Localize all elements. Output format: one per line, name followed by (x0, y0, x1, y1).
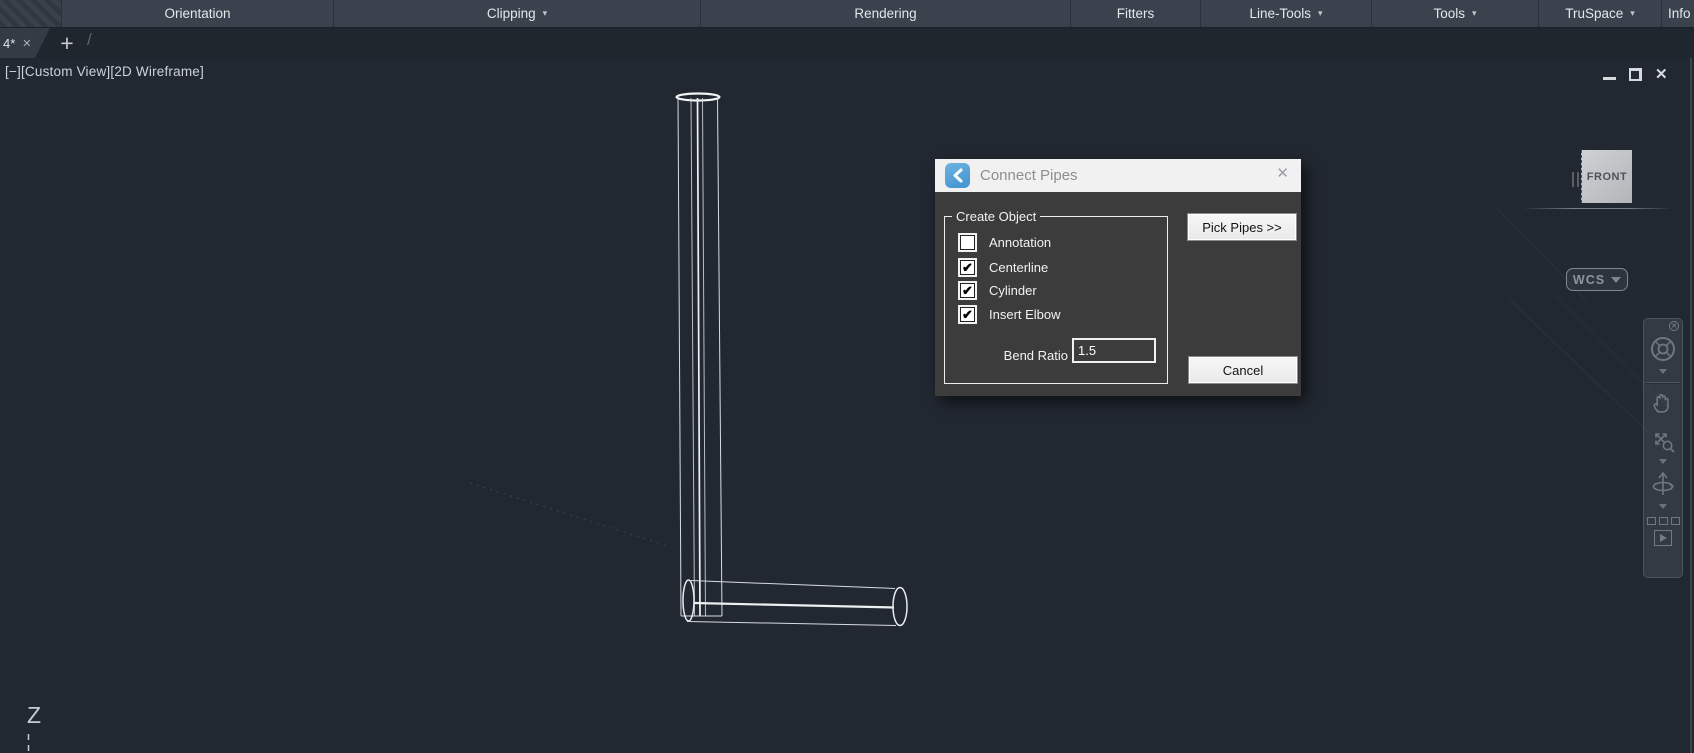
checkbox-insert-elbow[interactable]: ✔ (960, 307, 975, 322)
orbit-icon[interactable] (1649, 469, 1677, 499)
navbar-zoom-caret[interactable] (1659, 459, 1667, 464)
navigation-wheel-icon[interactable] (1649, 335, 1677, 363)
ucs-z-label: Z (27, 702, 41, 729)
restore-icon[interactable] (1629, 68, 1642, 81)
vertical-pipe (677, 94, 723, 617)
file-tab-bar: 4* ✕ + / (0, 28, 1694, 58)
chevron-down-icon: ▾ (1630, 9, 1635, 18)
viewport-window-controls: ✕ (1603, 66, 1668, 82)
chevron-down-icon: ▾ (1318, 9, 1323, 18)
zoom-extents-icon[interactable] (1650, 428, 1676, 454)
connect-pipes-dialog: Connect Pipes ✕ Create Object Annotation… (935, 159, 1301, 396)
dialog-titlebar[interactable]: Connect Pipes ✕ (935, 159, 1301, 192)
tab-close-icon[interactable]: ✕ (22, 37, 31, 50)
wcs-dropdown-button[interactable]: WCS (1566, 268, 1628, 291)
app-logo-cell (0, 0, 62, 27)
checkbox-row-insert-elbow: ✔ Insert Elbow (960, 305, 1061, 323)
menu-item-clipping[interactable]: Clipping ▾ (334, 0, 701, 27)
bend-ratio-label: Bend Ratio (975, 348, 1068, 363)
groupbox-label: Create Object (952, 209, 1040, 224)
pick-pipes-button[interactable]: Pick Pipes >> (1187, 213, 1297, 241)
view-cube[interactable]: FRONT (1568, 149, 1632, 205)
checkbox-row-centerline: ✔ Centerline (960, 258, 1048, 276)
bend-ratio-input[interactable] (1072, 338, 1156, 363)
navbar-divider (1646, 382, 1680, 383)
close-icon[interactable]: ✕ (1655, 68, 1668, 81)
showmotion-play-icon[interactable] (1654, 530, 1672, 546)
menu-item-fitters[interactable]: Fitters (1071, 0, 1201, 27)
navbar-close-icon[interactable]: ✕ (1669, 321, 1679, 331)
file-tab-active[interactable]: 4* ✕ (0, 28, 50, 58)
checkbox-annotation[interactable] (960, 235, 975, 250)
menu-bar: Orientation Clipping ▾ Rendering Fitters… (0, 0, 1694, 28)
menu-item-rendering[interactable]: Rendering (701, 0, 1071, 27)
chevron-down-icon: ▾ (1472, 9, 1477, 18)
chevron-down-icon (1611, 277, 1621, 283)
checkbox-row-cylinder: ✔ Cylinder (960, 281, 1037, 299)
menu-item-info[interactable]: Info ▾ (1662, 0, 1694, 27)
checkbox-centerline[interactable]: ✔ (960, 260, 975, 275)
view-cube-front-face[interactable]: FRONT (1581, 150, 1632, 203)
viewport-corner-label[interactable]: [−][Custom View][2D Wireframe] (5, 64, 204, 79)
menu-item-line-tools[interactable]: Line-Tools ▾ (1201, 0, 1372, 27)
showmotion-thumbnails-icon[interactable] (1647, 517, 1680, 525)
dialog-close-icon[interactable]: ✕ (1276, 166, 1289, 181)
viewport-edge-line (1690, 58, 1692, 753)
chevron-down-icon: ▾ (543, 9, 548, 18)
navbar-wheel-caret[interactable] (1659, 369, 1667, 374)
pan-hand-icon[interactable] (1650, 390, 1676, 416)
view-cube-left-face[interactable] (1568, 153, 1581, 203)
dialog-app-icon (945, 163, 970, 188)
navigation-bar: ✕ (1643, 318, 1683, 578)
file-tab-label: 4* (3, 36, 15, 51)
pipe-wireframe-drawing[interactable] (0, 58, 1694, 753)
menu-item-truspace[interactable]: TruSpace ▾ (1539, 0, 1662, 27)
minimize-icon[interactable] (1603, 69, 1616, 80)
cancel-button[interactable]: Cancel (1188, 356, 1298, 384)
tab-separator: / (87, 30, 92, 50)
application-window: Orientation Clipping ▾ Rendering Fitters… (0, 0, 1694, 753)
checkbox-cylinder[interactable]: ✔ (960, 283, 975, 298)
menu-item-tools[interactable]: Tools ▾ (1372, 0, 1539, 27)
plus-icon: + (60, 30, 73, 57)
dialog-title: Connect Pipes (980, 167, 1078, 184)
horizontal-pipe (683, 580, 907, 626)
view-cube-ground-line (1522, 208, 1672, 209)
menu-item-orientation[interactable]: Orientation (62, 0, 334, 27)
new-tab-button[interactable]: + (54, 28, 80, 58)
navbar-orbit-caret[interactable] (1659, 504, 1667, 509)
checkbox-row-annotation: Annotation (960, 233, 1051, 251)
